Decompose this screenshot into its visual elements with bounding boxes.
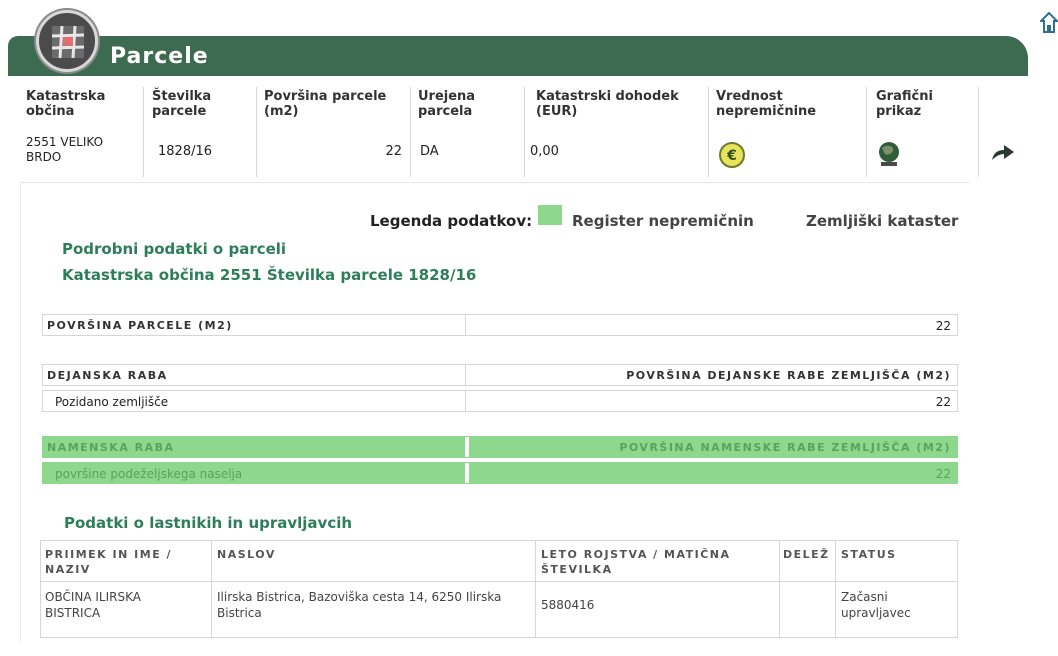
cell-katastrska-obcina: 2551 VELIKO BRDO <box>26 135 104 164</box>
column-divider <box>256 87 257 177</box>
cell-katastrski-dohodek: 0,00 <box>530 144 559 159</box>
owner-address: Ilirska Bistrica, Bazoviška cesta 14, 62… <box>217 590 502 620</box>
owners-title: Podatki o lastnikih in upravljavcih <box>64 514 353 532</box>
owners-table: PRIIMEK IN IME / NAZIV NASLOV LETO ROJST… <box>40 540 958 638</box>
svg-text:€: € <box>726 148 737 164</box>
namenska-area-label: POVRŠINA NAMENSKE RABE ZEMLJIŠČA (M2) <box>619 441 951 454</box>
owner-status: Začasni upravljavec <box>841 590 911 620</box>
namenska-value-row: površine podeželjskega naselja 22 <box>42 462 958 484</box>
column-divider <box>835 541 836 637</box>
col-katastrski-dohodek: Katastrski dohodek (EUR) <box>536 89 679 119</box>
row-divider <box>465 365 466 385</box>
row-divider <box>465 315 466 335</box>
col-urejena-parcela: Urejena parcela <box>418 89 476 119</box>
detail-title: Podrobni podatki o parceli <box>62 240 287 258</box>
column-divider <box>211 541 212 637</box>
col-delez: DELEŽ <box>783 548 830 561</box>
column-divider <box>143 87 144 177</box>
povrsina-value: 22 <box>935 319 951 333</box>
raba-header-row: DEJANSKA RABA POVRŠINA DEJANSKE RABE ZEM… <box>42 364 958 386</box>
col-status: STATUS <box>841 548 897 561</box>
raba-value-row: Pozidano zemljišče 22 <box>42 390 958 412</box>
owner-maticna: 5880416 <box>541 598 595 612</box>
legend-label: Legenda podatkov: <box>370 212 533 230</box>
col-naslov: NASLOV <box>217 548 276 561</box>
arrow-up-right-icon[interactable] <box>990 142 1016 166</box>
row-divider <box>465 463 469 483</box>
namenska-header-row: NAMENSKA RABA POVRŠINA NAMENSKE RABE ZEM… <box>42 436 958 458</box>
povrsina-label: POVRŠINA PARCELE (M2) <box>47 319 233 332</box>
column-divider <box>535 541 536 637</box>
col-stevilka-parcele: Številka parcele <box>152 89 212 119</box>
legend-swatch-register <box>538 205 562 225</box>
raba-area-label: POVRŠINA DEJANSKE RABE ZEMLJIŠČA (M2) <box>626 369 951 382</box>
cell-urejena: DA <box>420 144 439 159</box>
col-povrsina-parcele: Površina parcele (m2) <box>264 89 387 119</box>
col-graficni-prikaz: Grafični prikaz <box>876 89 933 119</box>
column-divider <box>410 87 411 177</box>
raba-value: Pozidano zemljišče <box>55 395 169 409</box>
page-title: Parcele <box>110 44 209 69</box>
column-divider <box>779 541 780 637</box>
namenska-label: NAMENSKA RABA <box>47 441 175 454</box>
row-divider <box>465 391 466 411</box>
column-divider <box>524 87 525 177</box>
globe-icon[interactable] <box>876 140 902 172</box>
home-icon[interactable] <box>1038 11 1058 38</box>
raba-area-value: 22 <box>935 395 951 409</box>
legend-register: Register nepremičnin <box>572 212 754 230</box>
povrsina-row: POVRŠINA PARCELE (M2) 22 <box>42 314 958 336</box>
namenska-value: površine podeželjskega naselja <box>55 467 243 481</box>
column-divider <box>978 87 979 177</box>
col-katastrska-obcina: Katastrska občina <box>26 89 106 119</box>
grid-hash-icon <box>36 10 98 72</box>
cell-povrsina: 22 <box>385 144 402 159</box>
column-divider <box>708 87 709 177</box>
col-vrednost-nepremicnine: Vrednost nepremičnine <box>716 89 817 119</box>
owner-name: OBČINA ILIRSKA BISTRICA <box>45 590 141 620</box>
cell-stevilka-parcele: 1828/16 <box>158 144 213 159</box>
euro-coin-icon[interactable]: € <box>718 141 746 173</box>
col-leto-rojstva: LETO ROJSTVA / MATIČNA ŠTEVILKA <box>541 548 731 576</box>
raba-label: DEJANSKA RABA <box>47 369 168 382</box>
namenska-area-value: 22 <box>935 467 951 481</box>
legend-kataster: Zemljiški kataster <box>806 212 959 230</box>
col-priimek-ime: PRIIMEK IN IME / NAZIV <box>45 548 173 576</box>
column-divider <box>866 87 867 177</box>
header-divider <box>41 581 957 582</box>
row-divider <box>465 437 469 457</box>
detail-subtitle: Katastrska občina 2551 Številka parcele … <box>62 266 477 284</box>
